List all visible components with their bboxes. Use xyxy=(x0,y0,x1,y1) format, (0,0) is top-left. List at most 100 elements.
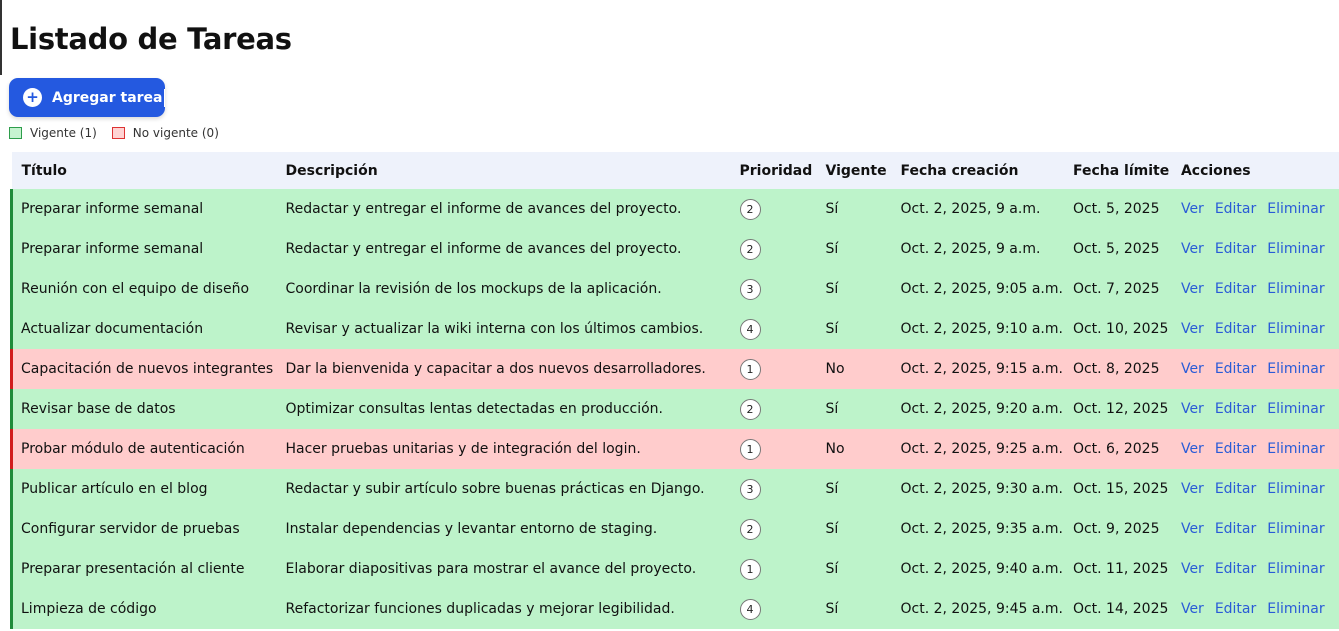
ver-link[interactable]: Ver xyxy=(1181,241,1204,257)
ver-link[interactable]: Ver xyxy=(1181,401,1204,417)
priority-badge: 1 xyxy=(739,558,761,580)
cell-prioridad: 3 xyxy=(730,269,816,309)
cell-fecha-creacion: Oct. 2, 2025, 9:30 a.m. xyxy=(900,481,1063,497)
cell-acciones: Ver Editar Eliminar xyxy=(1171,549,1339,589)
table-row: Preparar informe semanal Redactar y entre… xyxy=(10,189,1339,229)
editar-link[interactable]: Editar xyxy=(1215,601,1256,617)
eliminar-link[interactable]: Eliminar xyxy=(1267,281,1324,297)
editar-link[interactable]: Editar xyxy=(1215,281,1256,297)
priority-badge: 3 xyxy=(739,278,761,300)
ver-link[interactable]: Ver xyxy=(1181,561,1204,577)
legend-no-vigente-label: No vigente (0) xyxy=(132,126,219,140)
cell-acciones: Ver Editar Eliminar xyxy=(1171,589,1339,629)
header-fecha-limite: Fecha límite xyxy=(1072,162,1170,179)
editar-link[interactable]: Editar xyxy=(1215,481,1256,497)
priority-badge: 2 xyxy=(739,238,761,260)
header-titulo: Título xyxy=(21,162,67,179)
add-task-label: Agregar tarea xyxy=(52,89,163,106)
cell-vigente: Sí xyxy=(825,201,839,217)
legend-vigente: Vigente (1) xyxy=(9,126,97,140)
tasks-table: Título Descripción Prioridad Vigente Fec… xyxy=(10,152,1339,629)
cell-fecha-limite: Oct. 5, 2025 xyxy=(1072,241,1160,257)
cell-fecha-creacion: Oct. 2, 2025, 9:05 a.m. xyxy=(900,281,1063,297)
cell-fecha-limite: Oct. 6, 2025 xyxy=(1072,441,1160,457)
cell-titulo: Probar módulo de autenticación xyxy=(10,429,276,469)
editar-link[interactable]: Editar xyxy=(1215,401,1256,417)
editar-link[interactable]: Editar xyxy=(1215,241,1256,257)
cell-vigente: No xyxy=(825,441,845,457)
cell-fecha-creacion: Oct. 2, 2025, 9 a.m. xyxy=(900,241,1041,257)
cell-descripcion: Dar la bienvenida y capacitar a dos nuev… xyxy=(285,361,706,377)
editar-link[interactable]: Editar xyxy=(1215,521,1256,537)
editar-link[interactable]: Editar xyxy=(1215,201,1256,217)
cell-titulo: Revisar base de datos xyxy=(10,389,276,429)
eliminar-link[interactable]: Eliminar xyxy=(1267,241,1324,257)
editar-link[interactable]: Editar xyxy=(1215,321,1256,337)
cell-fecha-creacion: Oct. 2, 2025, 9 a.m. xyxy=(900,201,1041,217)
eliminar-link[interactable]: Eliminar xyxy=(1267,401,1324,417)
cell-prioridad: 1 xyxy=(730,349,816,389)
eliminar-link[interactable]: Eliminar xyxy=(1267,481,1324,497)
table-row: Configurar servidor de pruebas Instalar d… xyxy=(10,509,1339,549)
eliminar-link[interactable]: Eliminar xyxy=(1267,441,1324,457)
priority-badge: 4 xyxy=(739,598,761,620)
header-acciones: Acciones xyxy=(1180,162,1251,179)
cell-titulo: Capacitación de nuevos integrantes xyxy=(10,349,276,389)
table-header-row: Título Descripción Prioridad Vigente Fec… xyxy=(11,152,1339,189)
cell-prioridad: 3 xyxy=(730,469,816,509)
editar-link[interactable]: Editar xyxy=(1215,441,1256,457)
cell-titulo: Limpieza de código xyxy=(10,589,276,629)
cell-fecha-creacion: Oct. 2, 2025, 9:15 a.m. xyxy=(900,361,1063,377)
cell-acciones: Ver Editar Eliminar xyxy=(1171,229,1339,269)
cell-prioridad: 4 xyxy=(730,309,816,349)
ver-link[interactable]: Ver xyxy=(1181,201,1204,217)
ver-link[interactable]: Ver xyxy=(1181,481,1204,497)
cell-descripcion: Coordinar la revisión de los mockups de … xyxy=(285,281,662,297)
priority-badge: 2 xyxy=(739,198,761,220)
legend-no-vigente: No vigente (0) xyxy=(111,126,219,140)
cell-titulo: Preparar informe semanal xyxy=(10,189,276,229)
cell-titulo: Preparar informe semanal xyxy=(10,229,276,269)
editar-link[interactable]: Editar xyxy=(1215,361,1256,377)
eliminar-link[interactable]: Eliminar xyxy=(1267,201,1324,217)
cell-vigente: Sí xyxy=(825,521,839,537)
editar-link[interactable]: Editar xyxy=(1215,561,1256,577)
ver-link[interactable]: Ver xyxy=(1181,521,1204,537)
cell-vigente: Sí xyxy=(825,321,839,337)
cell-titulo: Actualizar documentación xyxy=(10,309,276,349)
cell-descripcion: Redactar y subir artículo sobre buenas p… xyxy=(285,481,705,497)
cell-vigente: Sí xyxy=(825,241,839,257)
cell-prioridad: 2 xyxy=(730,389,816,429)
table-row: Actualizar documentación Revisar y actual… xyxy=(10,309,1339,349)
eliminar-link[interactable]: Eliminar xyxy=(1267,601,1324,617)
priority-badge: 3 xyxy=(739,478,761,500)
cell-acciones: Ver Editar Eliminar xyxy=(1171,269,1339,309)
cell-vigente: Sí xyxy=(825,561,839,577)
cell-descripcion: Redactar y entregar el informe de avance… xyxy=(285,241,682,257)
cell-vigente: Sí xyxy=(825,281,839,297)
header-fecha-creacion: Fecha creación xyxy=(900,162,1019,179)
cell-fecha-limite: Oct. 12, 2025 xyxy=(1072,401,1169,417)
ver-link[interactable]: Ver xyxy=(1181,441,1204,457)
cell-prioridad: 4 xyxy=(730,589,816,629)
ver-link[interactable]: Ver xyxy=(1181,361,1204,377)
cell-prioridad: 1 xyxy=(730,549,816,589)
legend-swatch-red xyxy=(111,127,125,139)
cell-fecha-limite: Oct. 7, 2025 xyxy=(1072,281,1160,297)
cell-fecha-limite: Oct. 9, 2025 xyxy=(1072,521,1160,537)
eliminar-link[interactable]: Eliminar xyxy=(1267,561,1324,577)
ver-link[interactable]: Ver xyxy=(1181,281,1204,297)
cell-descripcion: Revisar y actualizar la wiki interna con… xyxy=(285,321,704,337)
ver-link[interactable]: Ver xyxy=(1181,321,1204,337)
eliminar-link[interactable]: Eliminar xyxy=(1267,321,1324,337)
eliminar-link[interactable]: Eliminar xyxy=(1267,361,1324,377)
eliminar-link[interactable]: Eliminar xyxy=(1267,521,1324,537)
cell-fecha-creacion: Oct. 2, 2025, 9:25 a.m. xyxy=(900,441,1063,457)
add-task-button[interactable]: + Agregar tarea xyxy=(9,78,165,117)
priority-badge: 1 xyxy=(739,438,761,460)
ver-link[interactable]: Ver xyxy=(1181,601,1204,617)
cell-acciones: Ver Editar Eliminar xyxy=(1171,509,1339,549)
cell-acciones: Ver Editar Eliminar xyxy=(1171,429,1339,469)
header-vigente: Vigente xyxy=(825,162,887,179)
cell-fecha-limite: Oct. 14, 2025 xyxy=(1072,601,1169,617)
